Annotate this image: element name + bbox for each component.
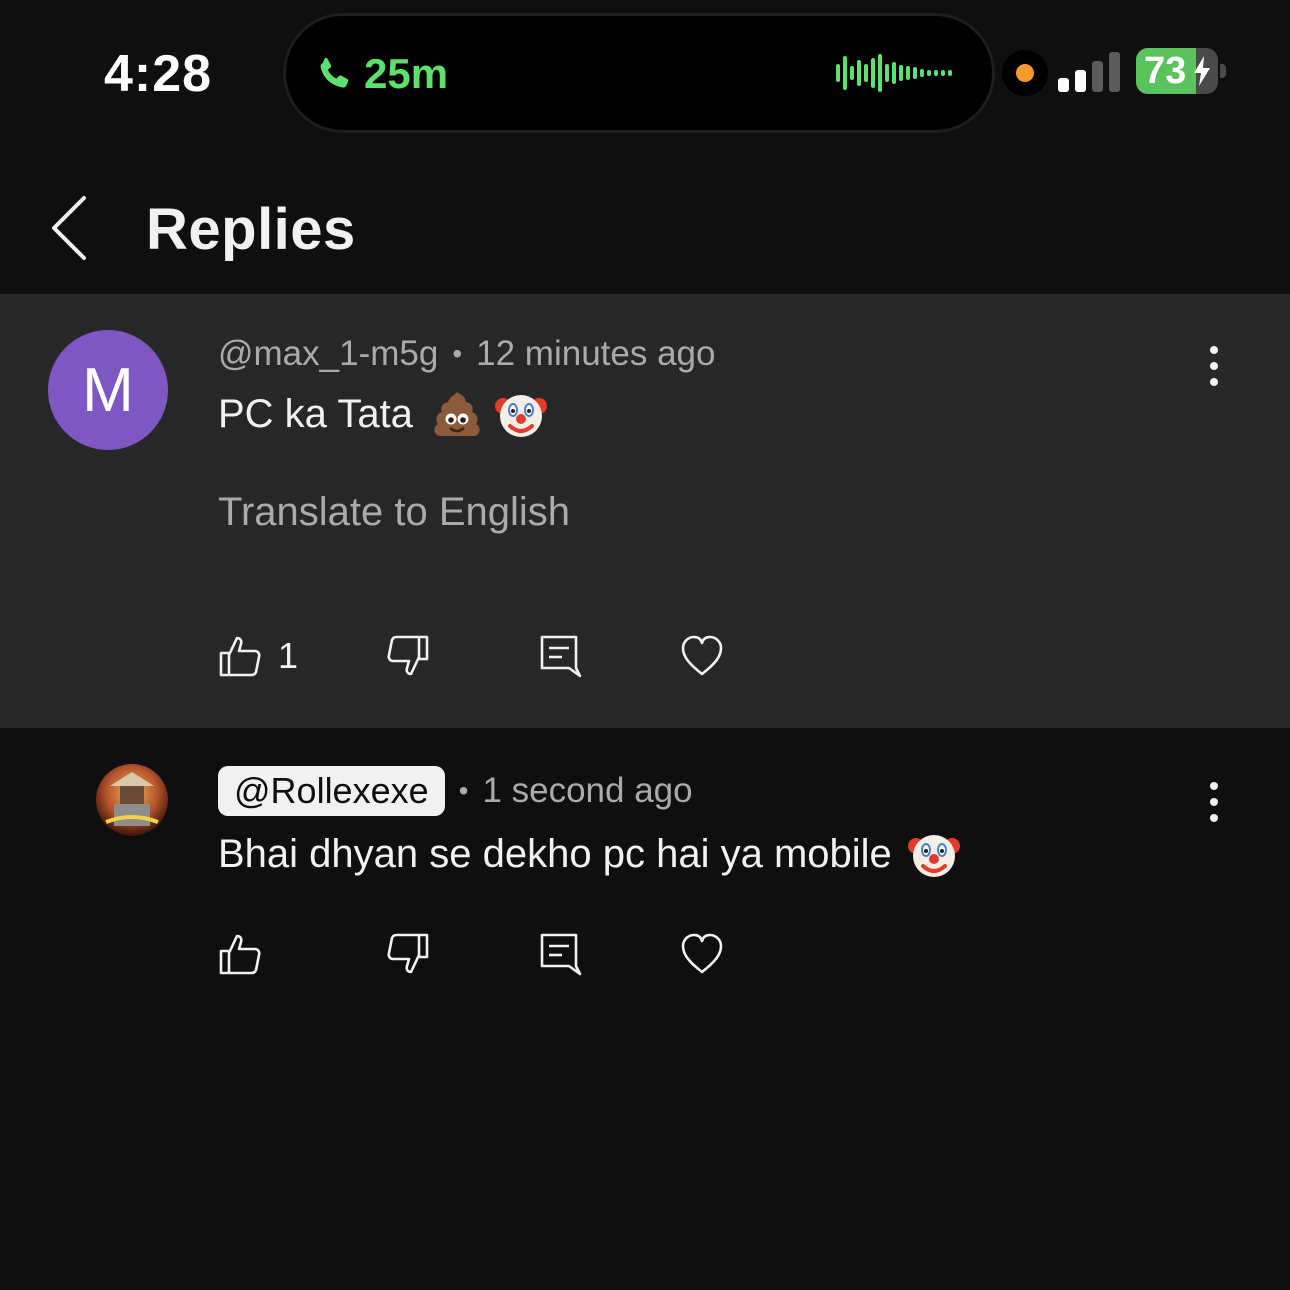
thumbs-up-icon [219, 934, 261, 975]
comment-timestamp: 12 minutes ago [476, 334, 716, 373]
comment-text: Bhai dhyan se dekho pc hai ya mobile [218, 828, 960, 880]
dislike-button[interactable] [386, 926, 430, 982]
like-button[interactable]: 1 [218, 628, 298, 684]
comment-actions [218, 926, 778, 982]
clown-emoji [494, 395, 547, 437]
meta-separator: • [452, 338, 463, 369]
battery-percent: 73 [1144, 50, 1187, 92]
comment-actions: 1 [218, 628, 778, 684]
audio-waveform-icon [836, 54, 952, 92]
cellular-signal-icon [1058, 52, 1120, 92]
comment-timestamp: 1 second ago [482, 771, 693, 810]
dynamic-island-call[interactable]: 25m [286, 16, 992, 130]
comment-meta: @Rollexexe • 1 second ago [218, 766, 693, 816]
avatar[interactable] [96, 764, 168, 836]
reply-icon [540, 635, 582, 678]
page-title: Replies [146, 197, 356, 262]
reply-button[interactable] [538, 926, 582, 982]
comment-author[interactable]: @max_1-m5g [218, 334, 438, 374]
more-vertical-icon[interactable] [1196, 342, 1232, 390]
chevron-left-icon[interactable] [36, 192, 96, 264]
battery-cap [1220, 64, 1226, 78]
like-count: 1 [278, 635, 299, 676]
parent-comment: M @max_1-m5g • 12 minutes ago PC ka Tata [0, 294, 1290, 728]
battery-indicator: 73 [1136, 48, 1218, 94]
avatar-letter: M [82, 355, 134, 425]
heart-icon [681, 635, 723, 676]
thumbs-up-icon [219, 636, 261, 677]
thumbs-down-icon [387, 635, 429, 676]
meta-separator: • [458, 775, 469, 806]
comment-body: Bhai dhyan se dekho pc hai ya mobile [218, 831, 892, 876]
call-duration: 25m [364, 50, 449, 97]
dislike-button[interactable] [386, 628, 430, 684]
channel-avatar-image [96, 764, 168, 836]
poop-emoji [434, 392, 480, 436]
comment-text: PC ka Tata [218, 388, 547, 440]
heart-button[interactable] [680, 926, 724, 982]
status-bar: 4:28 25m 73 [0, 0, 1290, 150]
heart-button[interactable] [680, 628, 724, 684]
clown-emoji [907, 835, 960, 877]
privacy-dot-icon [1016, 64, 1034, 82]
translate-link[interactable]: Translate to English [218, 490, 570, 535]
phone-icon [320, 57, 349, 88]
status-time: 4:28 [104, 45, 213, 103]
replies-header: Replies [0, 150, 1290, 294]
charging-bolt-icon [1194, 56, 1210, 86]
reply-button[interactable] [538, 628, 582, 684]
reply-icon [540, 933, 582, 976]
more-vertical-icon[interactable] [1196, 778, 1232, 826]
comment-body: PC ka Tata [218, 391, 413, 436]
thumbs-down-icon [387, 933, 429, 974]
avatar[interactable]: M [48, 330, 168, 450]
comment-meta: @max_1-m5g • 12 minutes ago [218, 334, 715, 374]
comment-author-chip[interactable]: @Rollexexe [218, 766, 445, 816]
replies-screen: 4:28 25m 73 Replies M @max_1-m5g • 12 mi… [0, 0, 1290, 1290]
heart-icon [681, 933, 723, 974]
reply-comment: @Rollexexe • 1 second ago Bhai dhyan se … [0, 728, 1290, 1018]
like-button[interactable] [218, 926, 278, 982]
